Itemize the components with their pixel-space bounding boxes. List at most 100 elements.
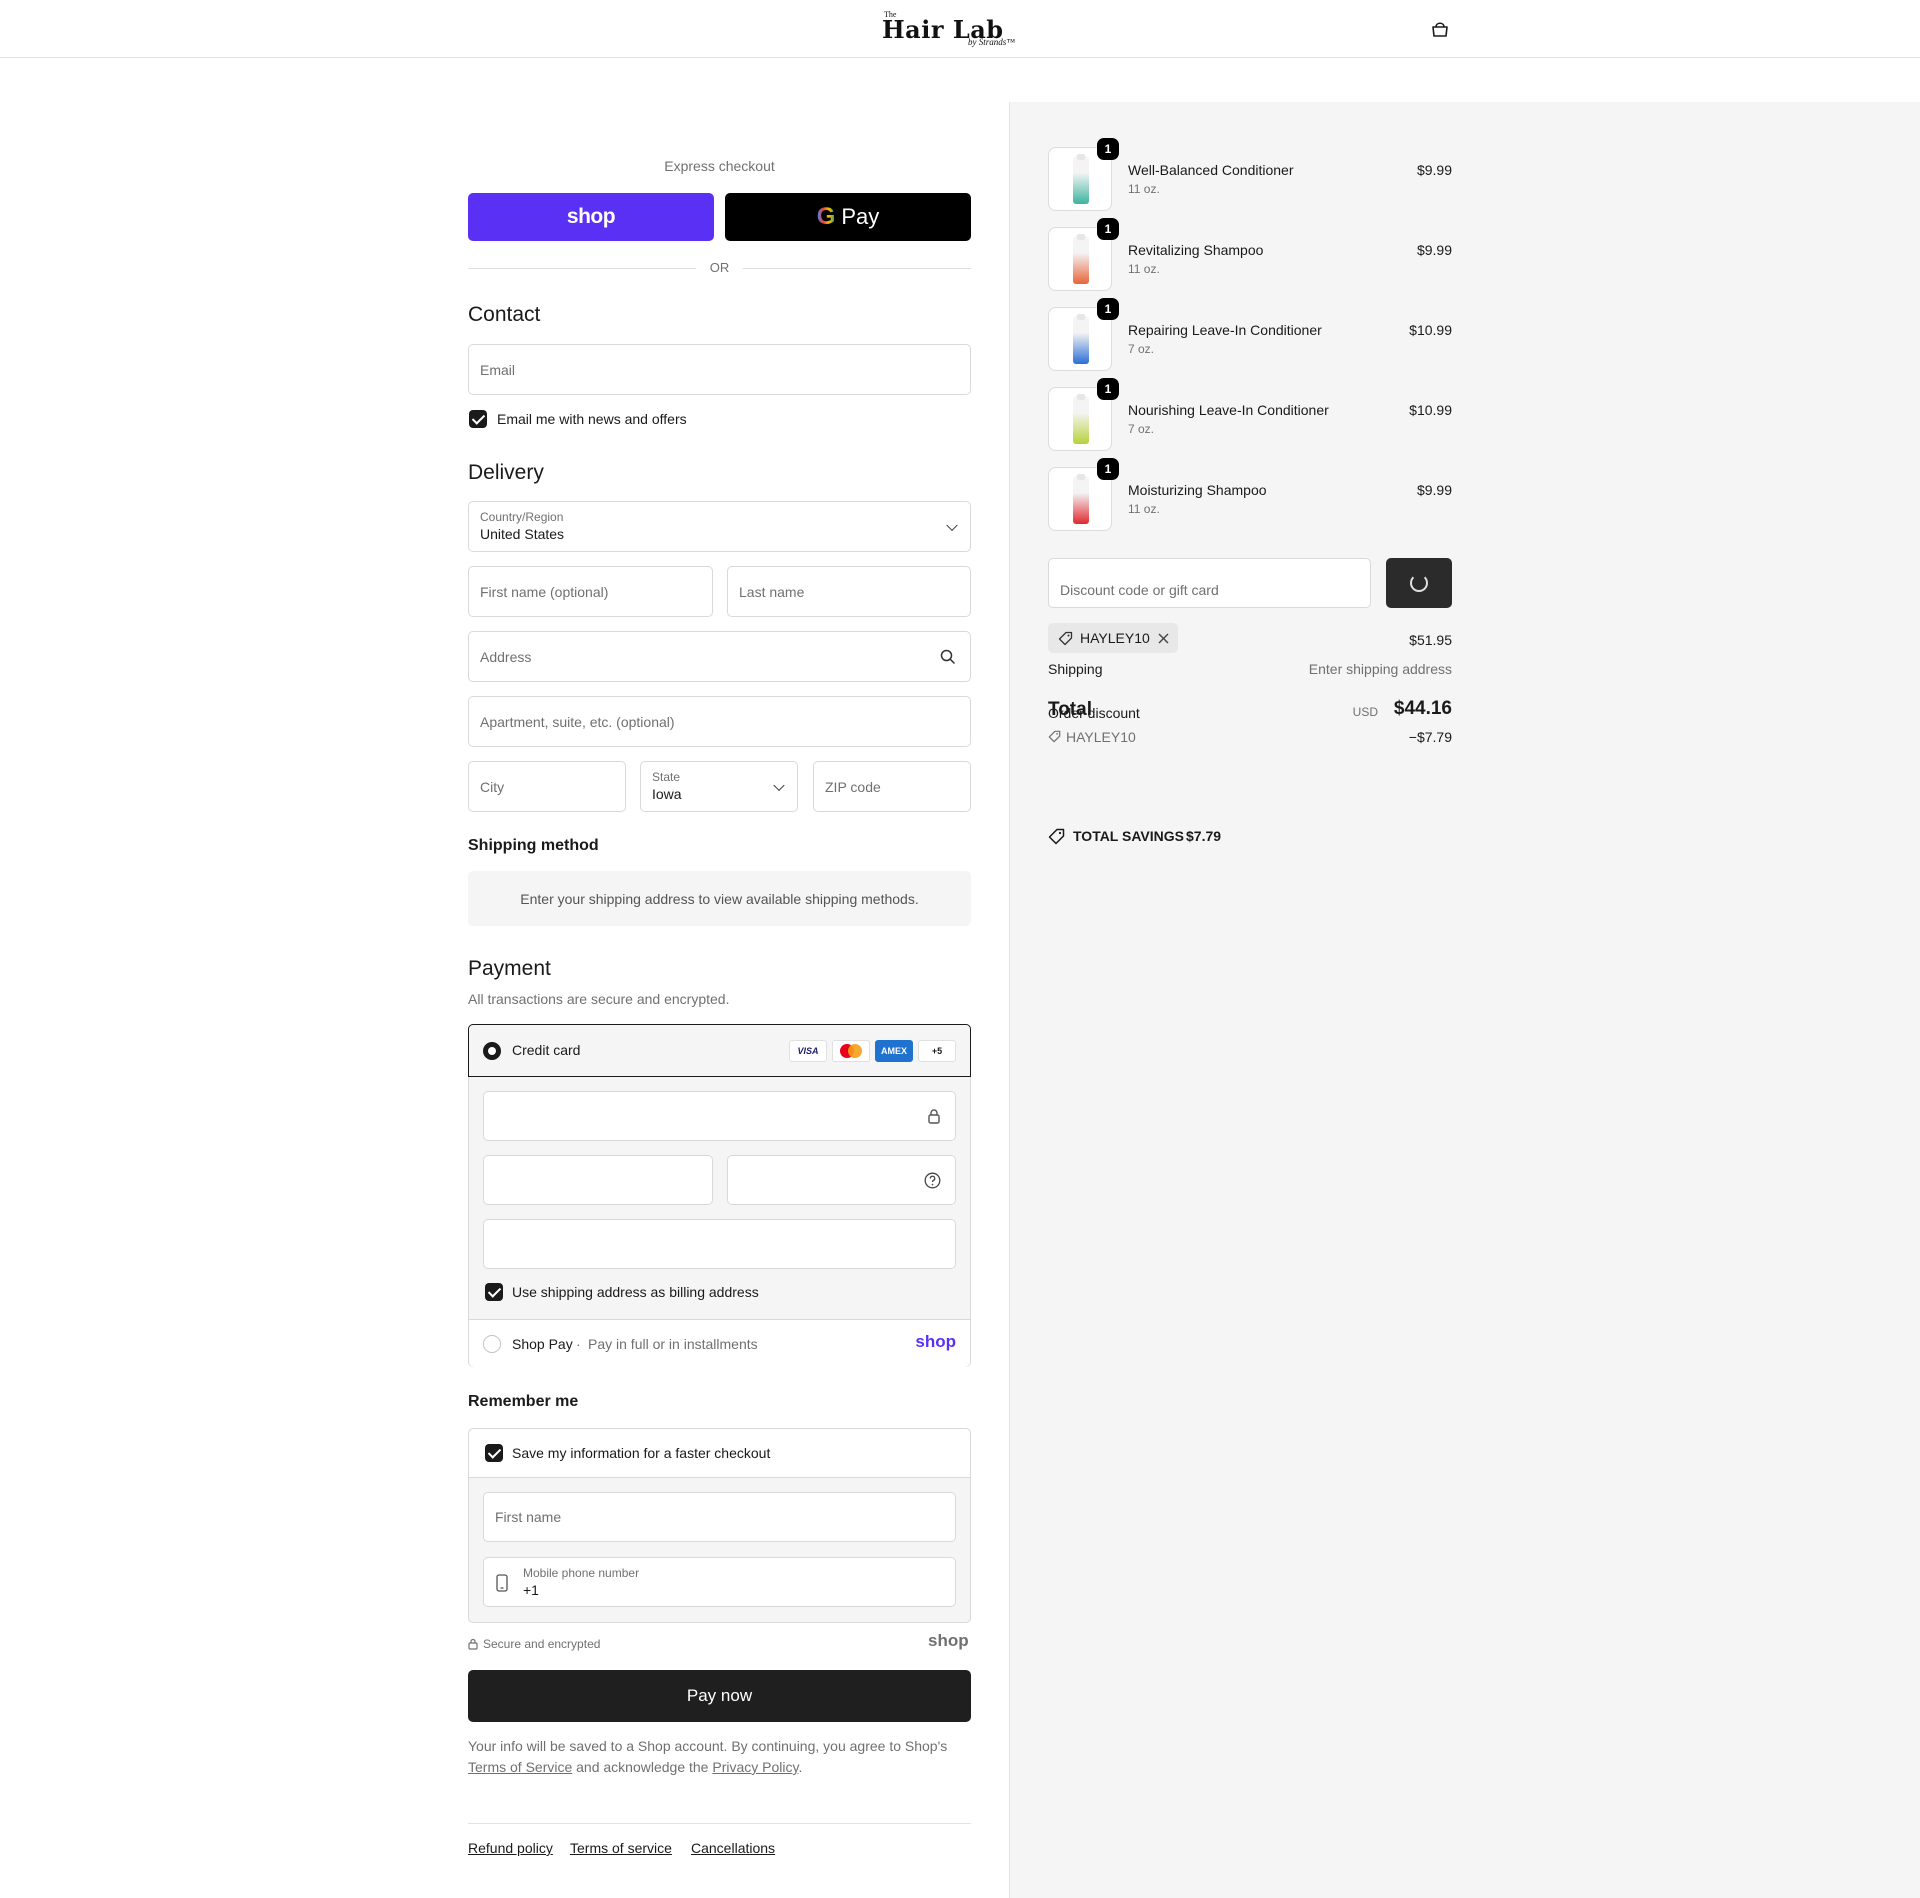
zip-placeholder: ZIP code [825,778,881,795]
item-name: Well-Balanced Conditioner [1128,162,1294,178]
shop-pay-express-button[interactable]: shop [468,193,714,241]
state-value: Iowa [652,786,682,802]
shop-logo-gray: shop [928,1631,969,1650]
total-savings-value: $7.79 [1186,828,1222,844]
state-select[interactable]: State Iowa [640,761,798,812]
mobile-phone-icon [496,1574,508,1592]
payment-options: Credit card VISA AMEX +5 Use shipping ad… [468,1024,971,1367]
phone-value: +1 [523,1582,539,1598]
item-variant: 7 oz. [1128,342,1155,356]
last-name-field[interactable]: Last name [727,566,971,617]
remember-first-name-placeholder: First name [495,1509,562,1525]
item-quantity-badge: 1 [1097,298,1119,320]
item-thumbnail: 1 [1048,458,1119,531]
cancellations-link[interactable]: Cancellations [691,1840,775,1856]
remember-me-heading: Remember me [468,1393,579,1410]
last-name-placeholder: Last name [739,583,805,600]
loading-spinner-icon [1410,574,1428,592]
address-field[interactable]: Address [468,631,971,682]
discount-code-field[interactable]: Discount code or gift card [1048,558,1371,608]
zip-field[interactable]: ZIP code [813,761,971,812]
logo-by: by Strands™ [968,37,1016,47]
credit-card-option[interactable]: Credit card VISA AMEX +5 [468,1024,971,1077]
news-offers-label: Email me with news and offers [497,411,687,427]
product-bottle-image [1073,314,1089,364]
first-name-field[interactable]: First name (optional) [468,566,713,617]
help-circle-icon[interactable] [924,1172,941,1189]
billing-same-checkbox[interactable] [485,1283,503,1301]
order-discount-label: Order discount [1048,705,1140,721]
lock-icon [928,1109,940,1124]
address-placeholder: Address [480,648,532,665]
item-name: Moisturizing Shampoo [1128,482,1267,498]
total-value: $44.16 [1393,698,1452,719]
shipping-method-message: Enter your shipping address to view avai… [468,871,971,926]
remember-first-name-field[interactable]: First name [483,1492,956,1542]
apply-discount-button[interactable] [1386,558,1452,608]
save-info-row[interactable]: Save my information for a faster checkou… [469,1429,970,1478]
search-icon[interactable] [940,649,956,665]
legal-text-1: Your info will be saved to a Shop accoun… [468,1738,948,1754]
subtotal-value: $51.95 [1409,632,1452,648]
mastercard-icon [832,1040,870,1062]
top-bar: The Hair Lab by Strands™ [0,0,1920,58]
discount-amount: −$7.79 [1408,729,1452,745]
news-offers-checkbox[interactable] [469,410,487,428]
terms-of-service-link[interactable]: Terms of Service [468,1759,572,1775]
item-variant: 7 oz. [1128,422,1155,436]
item-name: Repairing Leave-In Conditioner [1128,322,1322,338]
item-thumbnail: 1 [1048,138,1119,211]
country-label: Country/Region [480,510,564,524]
item-price: $9.99 [1416,162,1452,178]
shopping-bag-icon[interactable] [1430,20,1450,38]
product-bottle-image [1073,394,1089,444]
express-checkout-label: Express checkout [664,158,775,174]
item-name: Revitalizing Shampoo [1128,242,1264,258]
item-quantity-badge: 1 [1097,458,1119,480]
google-pay-button[interactable]: G Pay [725,193,971,241]
visa-icon: VISA [789,1040,827,1062]
shop-pay-description: Pay in full or in installments [588,1336,758,1352]
discount-code-label: HAYLEY10 [1066,729,1136,745]
shipping-label: Shipping [1048,661,1103,677]
email-field[interactable]: Email [468,344,971,395]
lock-icon [468,1638,478,1650]
shop-pay-option[interactable]: Shop Pay · Pay in full or in installment… [469,1319,970,1367]
store-logo[interactable]: The Hair Lab by Strands™ [880,10,1040,50]
applied-discount-chip: HAYLEY10 [1048,623,1178,653]
item-price: $10.99 [1409,322,1452,338]
city-placeholder: City [480,778,505,795]
shop-pay-radio[interactable] [483,1335,501,1353]
terms-of-service-footer-link[interactable]: Terms of service [570,1840,672,1856]
email-placeholder: Email [480,361,516,378]
privacy-policy-link[interactable]: Privacy Policy [712,1759,798,1775]
tag-icon [1048,730,1061,743]
save-info-checkbox[interactable] [485,1444,503,1462]
item-price: $10.99 [1409,402,1452,418]
legal-text-3: . [798,1759,803,1775]
name-on-card-field[interactable] [483,1219,956,1269]
or-text: OR [709,260,730,275]
expiration-date-field[interactable] [483,1155,713,1205]
delivery-heading: Delivery [468,461,544,484]
item-quantity-badge: 1 [1097,138,1119,160]
card-number-field[interactable] [483,1091,956,1141]
country-select[interactable]: Country/Region United States [468,501,971,552]
city-field[interactable]: City [468,761,626,812]
contact-heading: Contact [468,303,541,326]
item-variant: 11 oz. [1128,262,1160,276]
remove-discount-icon[interactable] [1158,633,1169,644]
refund-policy-link[interactable]: Refund policy [468,1840,553,1856]
state-label: State [652,770,681,784]
apartment-field[interactable]: Apartment, suite, etc. (optional) [468,696,971,747]
pay-now-button[interactable]: Pay now [468,1670,971,1722]
security-code-field[interactable] [727,1155,956,1205]
save-info-label: Save my information for a faster checkou… [512,1445,771,1461]
payment-subtitle: All transactions are secure and encrypte… [468,991,730,1007]
phone-field[interactable]: Mobile phone number +1 [483,1557,956,1607]
credit-card-radio[interactable] [483,1042,501,1060]
first-name-placeholder: First name (optional) [480,583,609,600]
chevron-down-icon [773,779,785,791]
amex-icon: AMEX [875,1040,913,1062]
more-cards-badge: +5 [918,1040,956,1062]
